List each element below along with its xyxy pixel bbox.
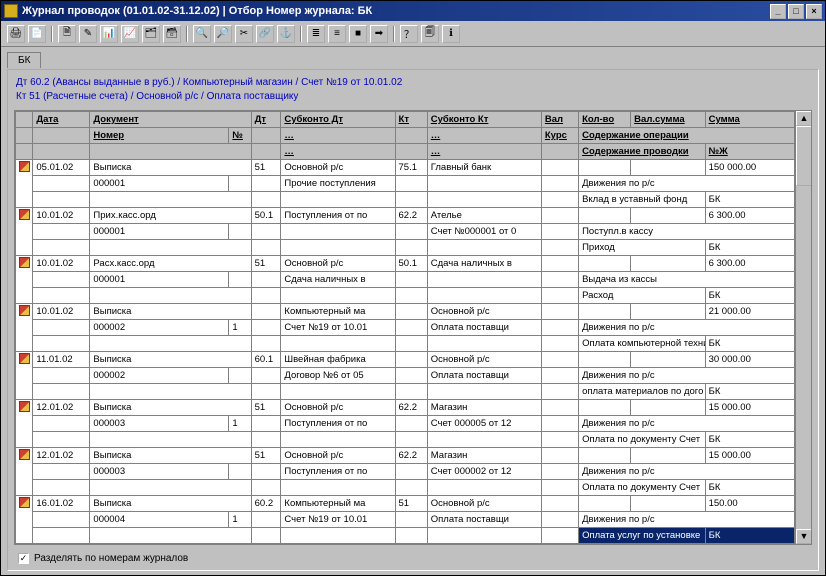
col-sum[interactable]: Сумма bbox=[705, 112, 794, 128]
tab-bk[interactable]: БК bbox=[7, 52, 41, 68]
help-icon[interactable]: ？ bbox=[400, 25, 418, 43]
col-soder[interactable]: Содержание операции bbox=[579, 128, 795, 144]
vertical-scrollbar[interactable]: ▲ ▼ bbox=[795, 111, 811, 544]
col-subkt[interactable]: Субконто Кт bbox=[427, 112, 541, 128]
row-icon bbox=[19, 161, 30, 172]
col-kt[interactable]: Кт bbox=[395, 112, 427, 128]
table-row[interactable]: 05.01.02Выписка51Основной р/с75.1Главный… bbox=[16, 160, 795, 176]
search-icon[interactable]: 🔍 bbox=[193, 25, 211, 43]
cut-icon[interactable]: ✂ bbox=[235, 25, 253, 43]
table-row[interactable]: Оплата по документу СчетБК bbox=[16, 432, 795, 448]
minimize-button[interactable]: _ bbox=[770, 4, 786, 19]
context-line-1: Дт 60.2 (Авансы выданные в руб.) / Компь… bbox=[16, 76, 810, 90]
scroll-thumb[interactable] bbox=[796, 126, 812, 186]
col-val[interactable]: Вал bbox=[541, 112, 578, 128]
table-row[interactable]: 0000021Счет №19 от 10.01Оплата поставщиД… bbox=[16, 320, 795, 336]
table-row[interactable]: 0000031Поступления от поСчет 000005 от 1… bbox=[16, 416, 795, 432]
scroll-up-button[interactable]: ▲ bbox=[796, 111, 812, 126]
arrow-icon[interactable]: ➡ bbox=[370, 25, 388, 43]
table-row[interactable]: Оплата по документу СчетБК bbox=[16, 480, 795, 496]
info-icon[interactable]: ℹ bbox=[442, 25, 460, 43]
context-lines: Дт 60.2 (Авансы выданные в руб.) / Компь… bbox=[8, 70, 818, 108]
row-icon bbox=[19, 497, 30, 508]
table-row[interactable]: РасходБК bbox=[16, 288, 795, 304]
table-row[interactable]: 000001Счет №000001 от 0Поступл.в кассу bbox=[16, 224, 795, 240]
col-nomer[interactable]: Номер bbox=[90, 128, 229, 144]
table-row[interactable]: 11.01.02Выписка60.1Швейная фабрикаОсновн… bbox=[16, 352, 795, 368]
row-icon bbox=[19, 449, 30, 460]
print-icon[interactable]: 🖨 bbox=[7, 25, 25, 43]
table-row[interactable]: 000001Прочие поступленияДвижения по р/с bbox=[16, 176, 795, 192]
table-row[interactable]: 16.01.02Выписка60.2Компьютерный ма51Осно… bbox=[16, 496, 795, 512]
table-row[interactable]: 10.01.02Расх.касс.орд51Основной р/с50.1С… bbox=[16, 256, 795, 272]
table-row[interactable]: 10.01.02ВыпискаКомпьютерный маОсновной р… bbox=[16, 304, 795, 320]
col-date[interactable]: Дата bbox=[33, 112, 90, 128]
col-subdt[interactable]: Субконто Дт bbox=[281, 112, 395, 128]
align-icon[interactable]: ≡ bbox=[328, 25, 346, 43]
header-row-1: Дата Документ Дт Субконто Дт Кт Субконто… bbox=[16, 112, 795, 128]
toolbar: 🖨📄 🗎✎📊📈🗂🗃 🔍🔎✂🔗⚓ ≣≡■➡ ？🗐ℹ bbox=[1, 21, 825, 47]
close-button[interactable]: × bbox=[806, 4, 822, 19]
col-doc[interactable]: Документ bbox=[90, 112, 251, 128]
table-row[interactable]: ПриходБК bbox=[16, 240, 795, 256]
export-icon[interactable]: 📊 bbox=[100, 25, 118, 43]
layers-icon[interactable]: 🗃 bbox=[163, 25, 181, 43]
context-line-2: Кт 51 (Расчетные счета) / Основной р/с /… bbox=[16, 90, 810, 104]
header-row-3: … … Содержание проводки №Ж bbox=[16, 144, 795, 160]
row-icon bbox=[19, 401, 30, 412]
report-icon[interactable]: 🗂 bbox=[142, 25, 160, 43]
titlebar: Журнал проводок (01.01.02-31.12.02) | От… bbox=[1, 1, 825, 21]
chart-icon[interactable]: 📈 bbox=[121, 25, 139, 43]
col-kolvo[interactable]: Кол-во bbox=[579, 112, 631, 128]
new-doc-icon[interactable]: 🗎 bbox=[58, 25, 76, 43]
footer: ✓ Разделять по номерам журналов bbox=[8, 549, 818, 570]
col-kurs[interactable]: Курс bbox=[541, 128, 578, 144]
copy-icon[interactable]: 📄 bbox=[28, 25, 46, 43]
split-by-journal-label: Разделять по номерам журналов bbox=[34, 553, 188, 564]
list-icon[interactable]: ≣ bbox=[307, 25, 325, 43]
table-row[interactable]: оплата материалов по догоБК bbox=[16, 384, 795, 400]
col-dt[interactable]: Дт bbox=[251, 112, 281, 128]
table-row[interactable]: 10.01.02Прих.касс.орд50.1Поступления от … bbox=[16, 208, 795, 224]
tabstrip: БК bbox=[1, 47, 825, 69]
row-icon bbox=[19, 209, 30, 220]
edit-icon[interactable]: ✎ bbox=[79, 25, 97, 43]
page-icon[interactable]: 🗐 bbox=[421, 25, 439, 43]
col-nzh[interactable]: №Ж bbox=[705, 144, 794, 160]
table-row[interactable]: 000002Договор №6 от 05Оплата поставщиДви… bbox=[16, 368, 795, 384]
table-row[interactable]: 0000041Счет №19 от 10.01Оплата поставщиД… bbox=[16, 512, 795, 528]
table-row[interactable]: Оплата услуг по установкеБК bbox=[16, 528, 795, 544]
split-by-journal-checkbox[interactable]: ✓ bbox=[18, 553, 29, 564]
block-icon[interactable]: ■ bbox=[349, 25, 367, 43]
col-soder2[interactable]: Содержание проводки bbox=[579, 144, 706, 160]
magnify-icon[interactable]: 🔎 bbox=[214, 25, 232, 43]
table-row[interactable]: Оплата компьютерной техниБК bbox=[16, 336, 795, 352]
row-icon bbox=[19, 257, 30, 268]
app-icon bbox=[4, 4, 18, 18]
grid-body: Дата Документ Дт Субконто Дт Кт Субконто… bbox=[15, 111, 795, 544]
col-valsum[interactable]: Вал.сумма bbox=[631, 112, 705, 128]
col-subdt2[interactable]: … bbox=[281, 128, 395, 144]
grid-wrap: Дата Документ Дт Субконто Дт Кт Субконто… bbox=[14, 110, 812, 545]
content-area: Дт 60.2 (Авансы выданные в руб.) / Компь… bbox=[7, 69, 819, 571]
maximize-button[interactable]: □ bbox=[788, 4, 804, 19]
anchor-icon[interactable]: ⚓ bbox=[277, 25, 295, 43]
table-row[interactable]: 12.01.02Выписка51Основной р/с62.2Магазин… bbox=[16, 400, 795, 416]
row-icon bbox=[19, 305, 30, 316]
window-title: Журнал проводок (01.01.02-31.12.02) | От… bbox=[22, 5, 768, 17]
table-row[interactable]: Вклад в уставный фондБК bbox=[16, 192, 795, 208]
row-icon bbox=[19, 353, 30, 364]
col-subkt2[interactable]: … bbox=[427, 128, 541, 144]
header-row-2: Номер № … … Курс Содержание операции bbox=[16, 128, 795, 144]
link-icon[interactable]: 🔗 bbox=[256, 25, 274, 43]
table-row[interactable]: 000003Поступления от поСчет 000002 от 12… bbox=[16, 464, 795, 480]
scroll-down-button[interactable]: ▼ bbox=[796, 529, 812, 544]
table-row[interactable]: 12.01.02Выписка51Основной р/с62.2Магазин… bbox=[16, 448, 795, 464]
col-no[interactable]: № bbox=[229, 128, 251, 144]
table-row[interactable]: 000001Сдача наличных вВыдача из кассы bbox=[16, 272, 795, 288]
journal-grid[interactable]: Дата Документ Дт Субконто Дт Кт Субконто… bbox=[15, 111, 795, 544]
